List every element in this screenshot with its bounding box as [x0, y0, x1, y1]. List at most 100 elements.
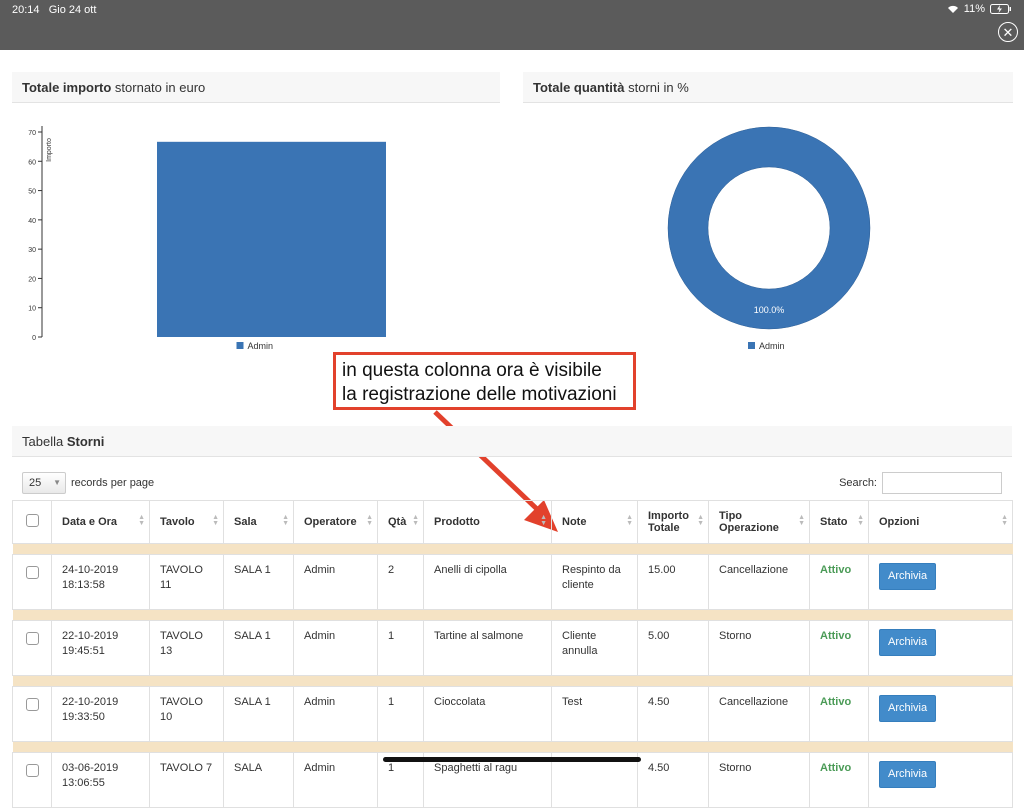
row-separator: [12, 741, 1013, 753]
column-header-stato[interactable]: Stato ▲ ▼: [809, 500, 869, 544]
row-separator: [12, 609, 1013, 621]
select-all-cell: [12, 500, 52, 544]
sort-icon: ▲ ▼: [540, 514, 547, 527]
cell-qta: 2: [377, 554, 424, 610]
archivia-button[interactable]: Archivia: [879, 563, 937, 590]
column-header-importo[interactable]: Importo Totale ▲ ▼: [637, 500, 709, 544]
bar-y-axis: 0 10 20 30 40 50 60 70: [28, 126, 43, 342]
sort-icon: ▲ ▼: [626, 514, 633, 527]
cell-prodotto: Anelli di cipolla: [423, 554, 552, 610]
bar: [157, 141, 386, 337]
cell-data: 22-10-2019 19:33:50: [51, 686, 150, 742]
archivia-button[interactable]: Archivia: [879, 695, 937, 722]
row-checkbox[interactable]: [25, 698, 39, 711]
sort-icon: ▲ ▼: [857, 514, 864, 527]
column-header-tipo[interactable]: Tipo Operazione ▲ ▼: [708, 500, 810, 544]
cell-tipo: Storno: [708, 620, 810, 676]
column-header-note[interactable]: Note ▲ ▼: [551, 500, 638, 544]
cell-sala: SALA 1: [223, 554, 294, 610]
annotation-line-2: la registrazione delle motivazioni: [342, 384, 617, 405]
column-header-tavolo[interactable]: Tavolo ▲ ▼: [149, 500, 224, 544]
bar-marks: [157, 141, 386, 337]
cell-stato: Attivo: [809, 752, 869, 808]
table-title-bold: Storni: [66, 434, 105, 449]
cell-tavolo: TAVOLO 7: [149, 752, 224, 808]
bar-legend-swatch: [236, 342, 244, 349]
cell-stato: Attivo: [809, 554, 869, 610]
battery-icon: [990, 4, 1011, 14]
cell-importo: 15.00: [637, 554, 709, 610]
cell-operatore: Admin: [293, 620, 378, 676]
chevron-down-icon: ▼: [53, 478, 61, 487]
sort-icon: ▲ ▼: [366, 514, 373, 527]
donut-slice-label: 100.0%: [754, 305, 785, 315]
cell-importo: 4.50: [637, 686, 709, 742]
bar-y-label: Importo: [46, 138, 53, 162]
row-separator: [12, 543, 1013, 555]
close-icon: ✕: [1002, 24, 1014, 40]
row-checkbox[interactable]: [25, 566, 39, 579]
status-time: 20:14 Gio 24 ott: [12, 4, 97, 16]
cell-prodotto: Tartine al salmone: [423, 620, 552, 676]
cell-operatore: Admin: [293, 686, 378, 742]
table-header-row: Data e Ora ▲ ▼ Tavolo ▲ ▼ Sala ▲ ▼ Operatore ▲ ▼…: [12, 500, 1013, 544]
sort-icon: ▲ ▼: [282, 514, 289, 527]
y-tick-label: 50: [28, 189, 36, 196]
panel-title-bold: Totale quantità: [533, 80, 625, 95]
annotation-line-1: in questa colonna ora è visibile: [342, 360, 602, 381]
donut-legend-swatch: [748, 342, 755, 349]
archivia-button[interactable]: Archivia: [879, 629, 937, 656]
cell-qta: 1: [377, 620, 424, 676]
cell-operatore: Admin: [293, 752, 378, 808]
column-header-qta[interactable]: Qtà ▲ ▼: [377, 500, 424, 544]
cell-tipo: Cancellazione: [708, 686, 810, 742]
panel-title-bold: Totale importo: [22, 80, 112, 95]
column-header-sala[interactable]: Sala ▲ ▼: [223, 500, 294, 544]
search-input[interactable]: [882, 472, 1002, 494]
cell-operatore: Admin: [293, 554, 378, 610]
sort-icon: ▲ ▼: [1001, 514, 1008, 527]
y-tick-label: 0: [32, 335, 36, 342]
table-row: 24-10-2019 18:13:58 TAVOLO 11 SALA 1 Adm…: [12, 554, 1013, 610]
page-length-value: 25: [29, 477, 42, 489]
column-header-opzioni[interactable]: Opzioni ▲ ▼: [868, 500, 1013, 544]
cell-prodotto: Cioccolata: [423, 686, 552, 742]
sort-icon: ▲ ▼: [412, 514, 419, 527]
cell-importo: 4.50: [637, 752, 709, 808]
row-checkbox[interactable]: [25, 632, 39, 645]
close-button[interactable]: ✕: [998, 22, 1018, 42]
archivia-button[interactable]: Archivia: [879, 761, 937, 788]
y-tick-label: 20: [28, 276, 36, 283]
y-tick-label: 10: [28, 306, 36, 313]
table-section-header: Tabella Storni: [12, 426, 1012, 457]
annotation-callout: in questa colonna ora è visibile la regi…: [333, 352, 636, 410]
sort-icon: ▲ ▼: [697, 514, 704, 527]
column-header-operatore[interactable]: Operatore ▲ ▼: [293, 500, 378, 544]
table-title-plain: Tabella: [22, 434, 67, 449]
sort-icon: ▲ ▼: [798, 514, 805, 527]
panel-header-quantita: Totale quantità storni in %: [523, 72, 1013, 103]
cell-data: 03-06-2019 13:06:55: [51, 752, 150, 808]
select-all-checkbox[interactable]: [25, 514, 39, 527]
home-indicator: [383, 757, 641, 762]
cell-importo: 5.00: [637, 620, 709, 676]
page-length-select[interactable]: 25 ▼: [22, 472, 66, 494]
column-header-prodotto[interactable]: Prodotto ▲ ▼: [423, 500, 552, 544]
donut-slice: [667, 126, 871, 330]
y-tick-label: 30: [28, 247, 36, 254]
search-control: Search:: [839, 472, 1002, 494]
row-checkbox[interactable]: [25, 764, 39, 777]
cell-tavolo: TAVOLO 10: [149, 686, 224, 742]
cell-data: 24-10-2019 18:13:58: [51, 554, 150, 610]
bar-legend: Admin: [236, 341, 274, 351]
table-row: 22-10-2019 19:33:50 TAVOLO 10 SALA 1 Adm…: [12, 686, 1013, 742]
y-tick-label: 70: [28, 130, 36, 137]
sort-icon: ▲ ▼: [138, 514, 145, 527]
status-right: 11%: [947, 3, 1012, 15]
page-length-control: 25 ▼ records per page: [22, 472, 154, 494]
bar-legend-label: Admin: [248, 341, 274, 351]
column-header-data[interactable]: Data e Ora ▲ ▼: [51, 500, 150, 544]
cell-tavolo: TAVOLO 11: [149, 554, 224, 610]
donut-marks: 100.0%: [667, 126, 871, 330]
cell-sala: SALA: [223, 752, 294, 808]
